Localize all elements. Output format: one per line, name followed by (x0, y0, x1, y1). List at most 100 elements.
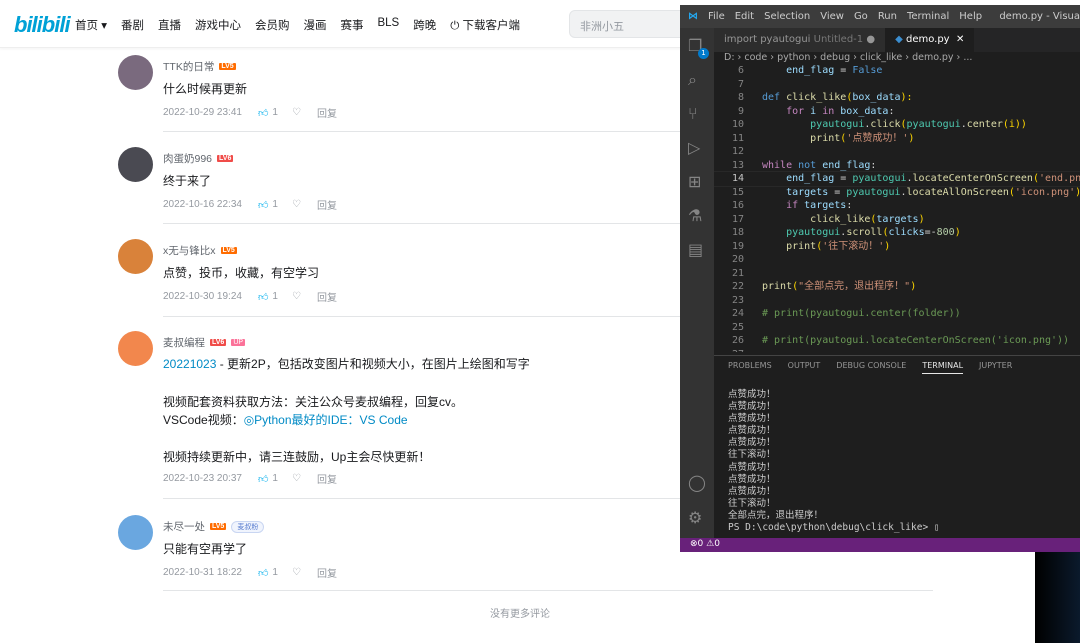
menu-item[interactable]: Go (854, 11, 868, 22)
code-line[interactable]: 24 # print(pyautogui.center(folder)) (714, 307, 1080, 321)
code-line[interactable]: 18 pyautogui.scroll(clicks=-800) (714, 226, 1080, 240)
code-line[interactable]: 10 pyautogui.click(pyautogui.center(i)) (714, 118, 1080, 132)
code-token: targets (762, 186, 829, 198)
like-icon[interactable]: 👍︎ (258, 291, 268, 303)
code-editor[interactable]: 6 end_flag = False 7 8 def click_like(box_d… (714, 64, 1080, 352)
nav-item[interactable]: 首页 ▾ (75, 17, 107, 33)
code-line[interactable]: 6 end_flag = False (714, 64, 1080, 78)
tab-demo-py[interactable]: ◆ demo.py ✕ (885, 28, 975, 52)
like-icon[interactable]: 👍︎ (258, 199, 268, 211)
code-line[interactable]: 13 while not end_flag: (714, 159, 1080, 173)
code-line[interactable]: 20 (714, 253, 1080, 267)
reply-button[interactable]: 回复 (317, 197, 337, 212)
code-line[interactable]: 21 (714, 267, 1080, 281)
username[interactable]: x无与锋比x (163, 243, 216, 258)
dislike-icon[interactable]: ♡ (292, 291, 301, 302)
menu-item[interactable]: Edit (735, 11, 754, 22)
dislike-icon[interactable]: ♡ (292, 199, 301, 210)
code-line[interactable]: 16 if targets: (714, 199, 1080, 213)
dislike-icon[interactable]: ♡ (292, 567, 301, 578)
nav-item[interactable]: 直播 (158, 17, 181, 33)
timestamp-link[interactable]: 20221023 (163, 357, 216, 371)
panel-tab-jupyter[interactable]: JUPYTER (979, 361, 1012, 374)
nav-item[interactable]: 游戏中心 (195, 17, 241, 33)
search-input[interactable]: 非洲小五 (569, 10, 689, 38)
top-nav: 首页 ▾ 番剧 直播 游戏中心 会员购 漫画 赛事 BLS 跨晚 ⏻ 下载客户端 (75, 17, 520, 33)
testing-icon[interactable]: ⚗ (688, 206, 702, 225)
dislike-icon[interactable]: ♡ (292, 473, 301, 484)
close-icon[interactable]: ✕ (956, 34, 964, 45)
panel-tab-debug-console[interactable]: DEBUG CONSOLE (836, 361, 906, 374)
code-line[interactable]: 27 (714, 348, 1080, 353)
nav-item[interactable]: 会员购 (255, 17, 290, 33)
nav-item[interactable]: 跨晚 (413, 17, 436, 33)
video-link[interactable]: ◎Python最好的IDE：VS Code (244, 413, 408, 427)
code-line[interactable]: 23 (714, 294, 1080, 308)
dislike-icon[interactable]: ♡ (292, 107, 301, 118)
reply-button[interactable]: 回复 (317, 565, 337, 580)
like-icon[interactable]: 👍︎ (258, 107, 268, 119)
menu-item[interactable]: Terminal (907, 11, 949, 22)
settings-gear-icon[interactable]: ⚙ (688, 508, 702, 527)
nav-item[interactable]: ⏻ 下载客户端 (450, 17, 520, 33)
run-debug-icon[interactable]: ▷ (688, 138, 700, 157)
reply-button[interactable]: 回复 (317, 105, 337, 120)
jupyter-icon[interactable]: ▤ (688, 240, 703, 259)
code-line[interactable]: 9 for i in box_data: (714, 105, 1080, 119)
nav-item[interactable]: BLS (377, 17, 399, 33)
menu-item[interactable]: Selection (764, 11, 810, 22)
code-token: : (888, 105, 895, 117)
code-line[interactable]: 7 (714, 78, 1080, 92)
error-count[interactable]: 0 (698, 539, 704, 549)
like-icon[interactable]: 👍︎ (258, 567, 268, 579)
code-line[interactable]: 26 # print(pyautogui.locateCenterOnScreen… (714, 334, 1080, 348)
code-token: ) (908, 132, 915, 144)
nav-item[interactable]: 赛事 (340, 17, 363, 33)
code-line[interactable]: 19 print('往下滚动！') (714, 240, 1080, 254)
code-token: end_flag (762, 65, 835, 76)
panel-tab-problems[interactable]: PROBLEMS (728, 361, 772, 374)
username[interactable]: 麦叔编程 (163, 335, 205, 350)
extensions-icon[interactable]: ⊞ (688, 172, 701, 191)
background-window (1035, 552, 1080, 643)
code-line[interactable]: 17 click_like(targets) (714, 213, 1080, 227)
reply-button[interactable]: 回复 (317, 471, 337, 486)
code-line[interactable]: 14 end_flag = pyautogui.locateCenterOnSc… (714, 171, 1080, 187)
code-line[interactable]: 15 targets = pyautogui.locateAllOnScreen… (714, 186, 1080, 200)
comment-time: 2022-10-16 22:34 (163, 199, 242, 210)
code-line[interactable]: 12 (714, 145, 1080, 159)
tab-untitled[interactable]: import pyautogui Untitled-1 ● (714, 28, 886, 52)
code-line[interactable]: 22 print("全部点完，退出程序！") (714, 280, 1080, 294)
comment-line: VSCode视频：◎Python最好的IDE：VS Code (163, 412, 408, 429)
like-icon[interactable]: 👍︎ (258, 473, 268, 485)
menu-item[interactable]: File (708, 11, 725, 22)
search-icon[interactable]: ⌕ (688, 70, 697, 90)
avatar[interactable] (118, 515, 153, 550)
panel-tab-output[interactable]: OUTPUT (788, 361, 821, 374)
nav-item[interactable]: 漫画 (303, 17, 326, 33)
account-icon[interactable]: ◯ (688, 473, 706, 492)
menu-item[interactable]: View (820, 11, 844, 22)
username[interactable]: 未尽一处 (163, 519, 205, 534)
panel-tab-terminal[interactable]: TERMINAL (922, 361, 964, 374)
avatar[interactable] (118, 331, 153, 366)
bilibili-logo[interactable]: bilibili (14, 12, 71, 38)
avatar[interactable] (118, 147, 153, 182)
code-line[interactable]: 11 print('点赞成功！') (714, 132, 1080, 146)
username[interactable]: TTK的日常 (163, 59, 214, 74)
warning-count[interactable]: 0 (714, 539, 720, 549)
menu-item[interactable]: Run (878, 11, 897, 22)
avatar[interactable] (118, 55, 153, 90)
reply-button[interactable]: 回复 (317, 289, 337, 304)
terminal-output[interactable]: 点赞成功！ 点赞成功！ 点赞成功！ 点赞成功！ 点赞成功！ 往下滚动！ 点赞成功！ 点赞成功！… (728, 389, 940, 534)
comment-time: 2022-10-29 23:41 (163, 107, 242, 118)
nav-item[interactable]: 番剧 (121, 17, 144, 33)
source-control-icon[interactable]: ⑂ (688, 104, 698, 123)
level-badge: LV5 (219, 63, 236, 70)
code-line[interactable]: 8 def click_like(box_data): (714, 91, 1080, 105)
menu-item[interactable]: Help (959, 11, 982, 22)
code-line[interactable]: 25 (714, 321, 1080, 335)
avatar[interactable] (118, 239, 153, 274)
username[interactable]: 肉蛋奶996 (163, 151, 212, 166)
terminal-line: 往下滚动！ (728, 449, 776, 461)
